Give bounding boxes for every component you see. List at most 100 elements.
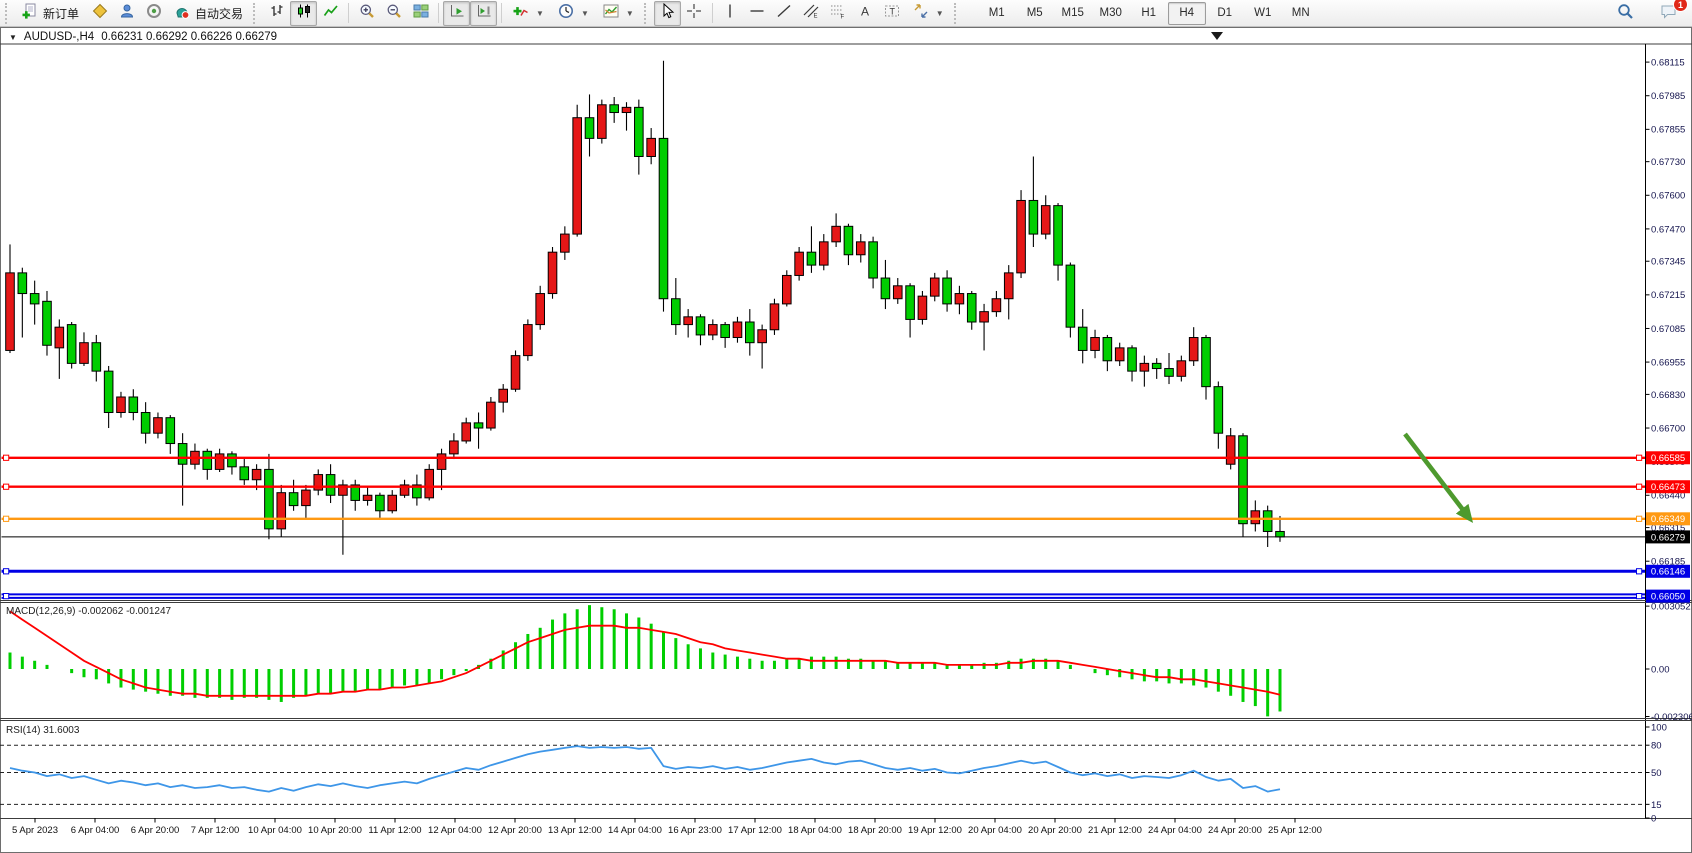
candle-body <box>474 423 483 428</box>
candle-body <box>425 469 434 497</box>
price-tick-label: 0.67730 <box>1651 157 1685 168</box>
line-handle[interactable] <box>4 594 9 599</box>
vertical-line-button[interactable] <box>717 1 744 26</box>
candle-body <box>104 371 113 412</box>
line-handle[interactable] <box>1637 594 1642 599</box>
candle-body <box>80 343 89 364</box>
chart-title-bar: ▼ AUDUSD-,H4 0.66231 0.66292 0.66226 0.6… <box>9 31 277 43</box>
candle-body <box>252 469 261 479</box>
candle-body <box>585 118 594 139</box>
macd-scale-label: -0.002306 <box>1651 712 1692 723</box>
candle-body <box>610 105 619 113</box>
candle-body <box>967 294 976 322</box>
candle-body <box>672 299 681 325</box>
trendline-button[interactable] <box>771 1 798 26</box>
arrows-button[interactable]: ▼ <box>906 1 951 26</box>
timeframe-m1-button[interactable]: M1 <box>978 2 1016 25</box>
zoom-out-icon <box>386 3 402 24</box>
timeframe-d1-button[interactable]: D1 <box>1206 2 1244 25</box>
autotrading-icon <box>174 3 190 24</box>
chevron-down-icon: ▼ <box>626 9 634 18</box>
chart-canvas[interactable]: 0.681150.679850.678550.677300.676000.674… <box>0 27 1692 853</box>
arrows-icon <box>913 3 929 24</box>
price-tick-label: 0.67215 <box>1651 290 1685 301</box>
rsi-scale-label: 0 <box>1651 813 1656 824</box>
candle-body <box>166 418 175 444</box>
line-handle[interactable] <box>1637 455 1642 460</box>
candle-body <box>1177 361 1186 377</box>
candle-body <box>733 322 742 338</box>
zoom-out-button[interactable] <box>380 1 407 26</box>
time-tick-label: 6 Apr 20:00 <box>131 825 180 836</box>
templates-button[interactable]: ▼ <box>596 1 641 26</box>
price-tick-label: 0.67345 <box>1651 257 1685 268</box>
symbol-dropdown-icon[interactable]: ▼ <box>9 33 17 42</box>
candle-body <box>1091 338 1100 351</box>
text-label-icon: T <box>884 3 900 24</box>
line-handle[interactable] <box>4 484 9 489</box>
cursor-button[interactable] <box>654 1 681 26</box>
chevron-down-icon: ▼ <box>581 9 589 18</box>
zoom-in-button[interactable] <box>353 1 380 26</box>
line-handle[interactable] <box>1637 484 1642 489</box>
svg-text:T: T <box>890 6 896 16</box>
timeframe-m5-button[interactable]: M5 <box>1016 2 1054 25</box>
candle-body <box>992 299 1001 312</box>
toolbar-grip[interactable] <box>954 3 959 24</box>
autotrading-button[interactable]: 自动交易 <box>167 1 250 26</box>
search-button[interactable] <box>1612 1 1639 26</box>
time-tick-label: 20 Apr 04:00 <box>968 825 1022 836</box>
toolbar-separator <box>501 3 502 23</box>
tile-windows-button[interactable] <box>407 1 434 26</box>
timeframe-h1-button[interactable]: H1 <box>1130 2 1168 25</box>
candle-body <box>856 242 865 255</box>
new-order-button[interactable]: 新订单 <box>15 1 86 26</box>
text-button[interactable]: A <box>852 1 879 26</box>
chart-shift-button[interactable] <box>470 1 497 26</box>
candlestick-chart-button[interactable] <box>290 1 317 26</box>
line-handle[interactable] <box>4 455 9 460</box>
search-icon <box>1617 3 1634 25</box>
autotrading-label: 自动交易 <box>195 5 243 22</box>
timeframe-w1-button[interactable]: W1 <box>1244 2 1282 25</box>
timeframe-m30-button[interactable]: M30 <box>1092 2 1130 25</box>
line-handle[interactable] <box>1637 569 1642 574</box>
line-handle[interactable] <box>4 516 9 521</box>
candle-body <box>1165 369 1174 377</box>
navigator-button[interactable] <box>113 1 140 26</box>
time-tick-label: 21 Apr 12:00 <box>1088 825 1142 836</box>
text-label-button[interactable]: T <box>879 1 906 26</box>
indicators-button[interactable]: ▼ <box>506 1 551 26</box>
market-watch-button[interactable] <box>86 1 113 26</box>
rsi-label: RSI(14) 31.6003 <box>6 725 80 736</box>
toolbar-grip[interactable] <box>253 3 258 24</box>
timeframe-mn-button[interactable]: MN <box>1282 2 1320 25</box>
timeframe-h4-button[interactable]: H4 <box>1168 2 1206 25</box>
toolbar-grip[interactable] <box>644 3 649 24</box>
time-tick-label: 17 Apr 12:00 <box>728 825 782 836</box>
periods-button[interactable]: ▼ <box>551 1 596 26</box>
time-tick-label: 10 Apr 04:00 <box>248 825 302 836</box>
time-tick-label: 16 Apr 23:00 <box>668 825 722 836</box>
line-handle[interactable] <box>4 569 9 574</box>
crosshair-button[interactable] <box>681 1 708 26</box>
time-tick-label: 20 Apr 20:00 <box>1028 825 1082 836</box>
horizontal-line-button[interactable] <box>744 1 771 26</box>
candle-body <box>1115 348 1124 361</box>
auto-scroll-button[interactable] <box>443 1 470 26</box>
candle-body <box>1054 206 1063 265</box>
line-handle[interactable] <box>1637 516 1642 521</box>
fibonacci-button[interactable]: F <box>825 1 852 26</box>
candle-body <box>770 304 779 330</box>
terminal-button[interactable] <box>140 1 167 26</box>
candle-body <box>598 105 607 139</box>
notifications-button[interactable]: 1 <box>1655 1 1682 26</box>
timeframe-m15-button[interactable]: M15 <box>1054 2 1092 25</box>
toolbar-grip[interactable] <box>5 3 10 24</box>
line-chart-button[interactable] <box>317 1 344 26</box>
candle-body <box>758 330 767 343</box>
candle-body <box>1152 363 1161 368</box>
bar-chart-button[interactable] <box>263 1 290 26</box>
price-tick-label: 0.67600 <box>1651 191 1685 202</box>
channel-button[interactable]: E <box>798 1 825 26</box>
